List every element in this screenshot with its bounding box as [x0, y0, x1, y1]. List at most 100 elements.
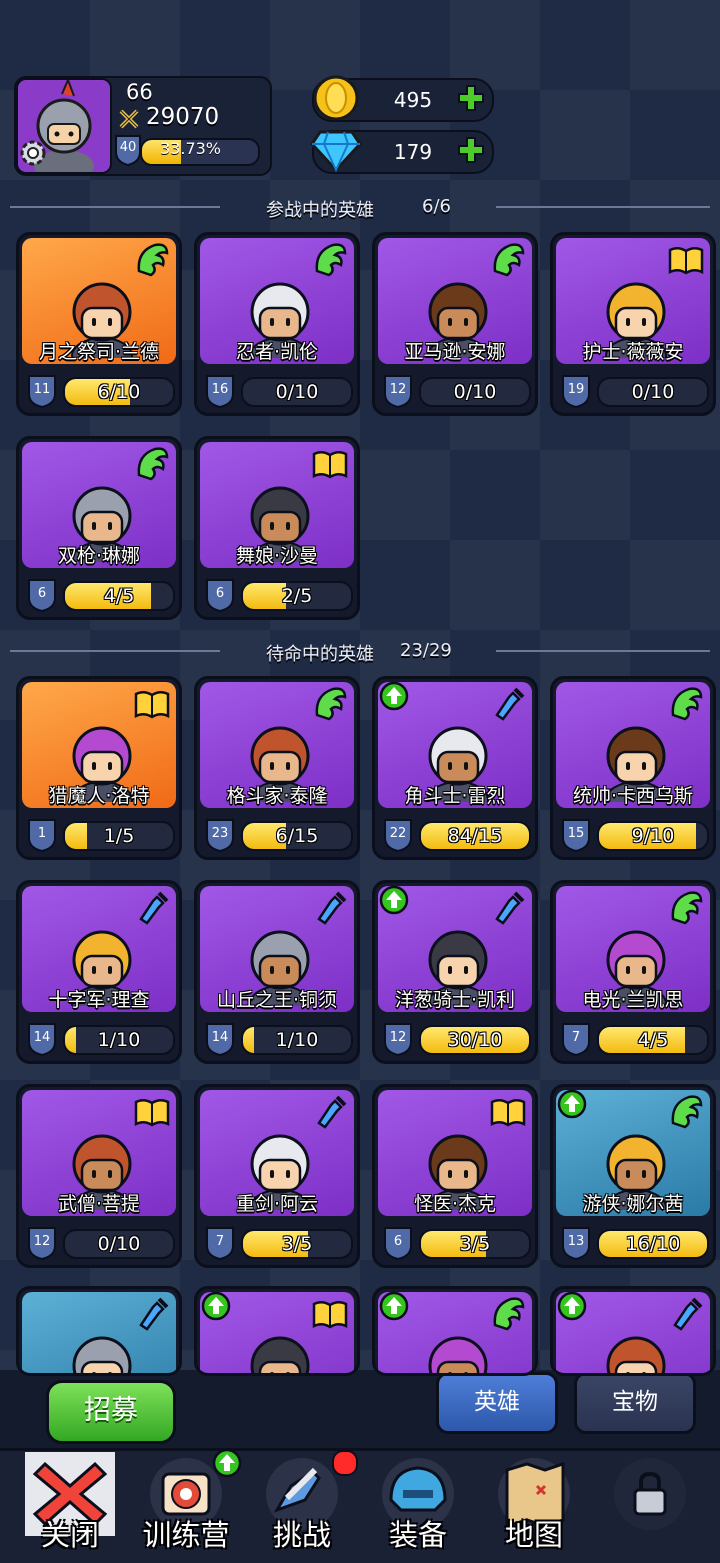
upgrade-arrow-icon: [557, 1089, 587, 1119]
hero-progress-text: 3/5: [281, 1233, 313, 1255]
hero-progress-text: 4/5: [103, 585, 135, 607]
hero-name: 怪医·杰克: [413, 1193, 497, 1215]
hero-level-badge: 7: [561, 1022, 591, 1057]
hero-figure: [416, 1322, 500, 1373]
potion-class-icon: [489, 685, 527, 723]
power-swords-icon: [118, 108, 140, 134]
hero-card[interactable]: 亚马逊·安娜 12 0/10: [372, 232, 538, 416]
divider: [10, 650, 220, 652]
hero-progress-text: 84/15: [447, 825, 503, 847]
hero-level-badge: 12: [383, 374, 413, 409]
hero-card[interactable]: [372, 1286, 538, 1376]
settings-gear-icon[interactable]: [18, 138, 48, 168]
hero-card[interactable]: 格斗家·泰隆 23 6/15: [194, 676, 360, 860]
hero-shard-progress: 3/5: [419, 1229, 531, 1259]
recruit-button[interactable]: 招募: [46, 1380, 176, 1444]
hero-level: 12: [389, 382, 407, 397]
hero-level-badge: 13: [561, 1226, 591, 1261]
potion-class-icon: [133, 889, 171, 927]
hero-name: 十字军·理查: [48, 989, 150, 1011]
upgrade-arrow-icon: [379, 1291, 409, 1321]
hero-level: 13: [567, 1234, 585, 1249]
add-gem-button[interactable]: [456, 135, 486, 165]
hero-progress-text: 1/10: [275, 1029, 319, 1051]
hero-card[interactable]: [550, 1286, 716, 1376]
hero-card[interactable]: 角斗士·雷烈 22 84/15: [372, 676, 538, 860]
hero-progress-text: 0/10: [453, 381, 497, 403]
wing-class-icon: [311, 685, 349, 723]
hero-level-badge: 14: [205, 1022, 235, 1057]
hero-name: 角斗士·雷烈: [404, 785, 506, 807]
hero-progress-text: 1/10: [97, 1029, 141, 1051]
book-class-icon: [311, 1295, 349, 1333]
hero-card[interactable]: 武僧·菩提 12 0/10: [16, 1084, 182, 1268]
hero-card[interactable]: 舞娘·沙曼 6 2/5: [194, 436, 360, 620]
nav-lock[interactable]: [594, 1452, 706, 1558]
gem-amount: 179: [393, 140, 433, 164]
active-heroes-title: 参战中的英雄: [266, 200, 374, 221]
hero-level-badge: 11: [27, 374, 57, 409]
wing-class-icon: [667, 685, 705, 723]
hero-shard-progress: 9/10: [597, 821, 709, 851]
hero-shard-progress: 0/10: [63, 1229, 175, 1259]
nav-close[interactable]: 关闭: [14, 1452, 126, 1558]
hero-card[interactable]: [194, 1286, 360, 1376]
hero-card[interactable]: 怪医·杰克 6 3/5: [372, 1084, 538, 1268]
hero-card[interactable]: 护士·薇薇安 19 0/10: [550, 232, 716, 416]
hero-level: 22: [389, 826, 407, 841]
hero-name: 月之祭司·兰德: [38, 341, 160, 363]
hero-level-badge: 14: [27, 1022, 57, 1057]
hero-card[interactable]: 猎魔人·洛特 1 1/5: [16, 676, 182, 860]
hero-progress-text: 0/10: [97, 1233, 141, 1255]
hero-level: 16: [211, 382, 229, 397]
hero-card[interactable]: 洋葱骑士·凯利 12 30/10: [372, 880, 538, 1064]
nav-map[interactable]: 地图: [478, 1452, 590, 1558]
hero-card[interactable]: 月之祭司·兰德 11 6/10: [16, 232, 182, 416]
hero-progress-text: 6/15: [275, 825, 319, 847]
hero-shard-progress: 6/15: [241, 821, 353, 851]
xp-level-shield-icon: 40: [114, 134, 142, 167]
nav-target[interactable]: 训练营: [130, 1448, 242, 1558]
hero-card[interactable]: 双枪·琳娜 6 4/5: [16, 436, 182, 620]
tab-treasure[interactable]: 宝物: [574, 1372, 696, 1434]
hero-card[interactable]: 十字军·理查 14 1/10: [16, 880, 182, 1064]
hero-level-badge: 6: [27, 578, 57, 613]
nav-label: 地图: [504, 1518, 563, 1552]
book-class-icon: [311, 445, 349, 483]
tab-heroes[interactable]: 英雄: [436, 1372, 558, 1434]
hero-name: 格斗家·泰隆: [226, 785, 328, 807]
hero-progress-text: 9/10: [631, 825, 675, 847]
hero-card[interactable]: 山丘之王·铜须 14 1/10: [194, 880, 360, 1064]
add-gold-button[interactable]: [456, 83, 486, 113]
hero-progress-text: 6/10: [97, 381, 141, 403]
nav-label: 训练营: [142, 1518, 230, 1552]
hero-card[interactable]: 统帅·卡西乌斯 15 9/10: [550, 676, 716, 860]
hero-shard-progress: 84/15: [419, 821, 531, 851]
book-class-icon: [133, 685, 171, 723]
hero-card[interactable]: 忍者·凯伦 16 0/10: [194, 232, 360, 416]
notification-dot-icon: [332, 1450, 358, 1476]
book-class-icon: [489, 1093, 527, 1131]
nav-helmet[interactable]: 装备: [362, 1452, 474, 1558]
wing-class-icon: [311, 241, 349, 279]
wing-class-icon: [667, 1093, 705, 1131]
hero-level: 6: [37, 586, 47, 601]
upgrade-arrow-icon: [379, 681, 409, 711]
hero-level: 1: [37, 826, 47, 841]
hero-name: 忍者·凯伦: [235, 341, 319, 363]
nav-sword[interactable]: 挑战: [246, 1450, 358, 1558]
hero-card[interactable]: 游侠·娜尔茜 13 16/10: [550, 1084, 716, 1268]
hero-card[interactable]: 重剑·阿云 7 3/5: [194, 1084, 360, 1268]
hero-figure: [238, 1322, 322, 1373]
nav-label: 挑战: [272, 1518, 331, 1552]
hero-level-badge: 6: [205, 578, 235, 613]
hero-shard-progress: 16/10: [597, 1229, 709, 1259]
hero-name: 洋葱骑士·凯利: [394, 989, 516, 1011]
hero-card[interactable]: [16, 1286, 182, 1376]
player-level: 66: [126, 80, 153, 104]
standby-heroes-title: 待命中的英雄: [266, 644, 374, 665]
hero-level: 11: [33, 382, 51, 397]
hero-card[interactable]: 电光·兰凯思 7 4/5: [550, 880, 716, 1064]
hero-name: 山丘之王·铜须: [216, 989, 338, 1011]
hero-shard-progress: 4/5: [63, 581, 175, 611]
